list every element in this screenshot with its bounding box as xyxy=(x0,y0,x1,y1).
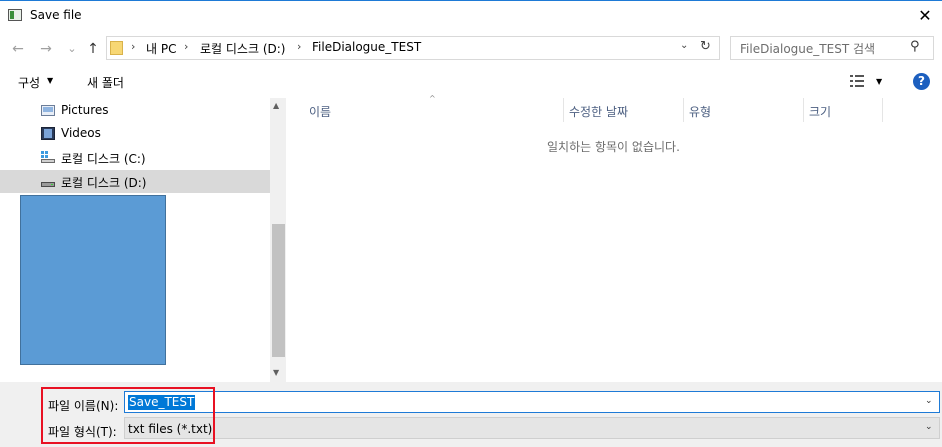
column-divider[interactable] xyxy=(882,98,883,122)
forward-arrow-icon[interactable]: → xyxy=(36,39,56,59)
column-divider[interactable] xyxy=(803,98,804,122)
nav-item-drive-d[interactable]: 로컬 디스크 (D:) xyxy=(0,170,270,193)
window-title: Save file xyxy=(30,8,82,22)
nav-item-pictures[interactable]: Pictures xyxy=(0,99,270,122)
column-header-date-modified[interactable]: 수정한 날짜 xyxy=(569,103,628,120)
drive-icon xyxy=(41,182,55,187)
address-dropdown-icon[interactable]: ⌄ xyxy=(680,40,688,51)
search-icon[interactable]: ⚲ xyxy=(910,39,920,54)
chevron-down-icon[interactable]: ⌄ xyxy=(925,422,933,432)
scrollbar-thumb[interactable] xyxy=(272,224,285,357)
organize-button[interactable]: 구성 xyxy=(18,74,40,91)
column-header-name[interactable]: 이름 xyxy=(309,103,331,120)
refresh-icon[interactable]: ↻ xyxy=(700,39,711,54)
empty-folder-message: 일치하는 항목이 없습니다. xyxy=(547,140,680,154)
nav-item-label: 로컬 디스크 (C:) xyxy=(61,152,146,166)
up-arrow-icon[interactable]: ↑ xyxy=(83,39,103,59)
title-bar xyxy=(0,0,942,32)
scroll-up-icon[interactable]: ▲ xyxy=(273,101,279,110)
recent-locations-icon[interactable]: ⌄ xyxy=(62,39,82,59)
column-divider[interactable] xyxy=(683,98,684,122)
blue-rectangle-overlay xyxy=(20,195,166,365)
breadcrumb-this-pc[interactable]: 내 PC xyxy=(146,40,176,57)
app-icon xyxy=(8,9,22,21)
help-icon[interactable]: ? xyxy=(913,73,930,90)
windows-drive-icon xyxy=(41,151,55,163)
breadcrumb-current-folder[interactable]: FileDialogue_TEST xyxy=(312,40,421,54)
videos-icon xyxy=(41,127,55,140)
nav-item-label: 로컬 디스크 (D:) xyxy=(61,176,147,190)
search-placeholder[interactable]: FileDialogue_TEST 검색 xyxy=(740,40,875,57)
column-divider[interactable] xyxy=(563,98,564,122)
nav-item-drive-c[interactable]: 로컬 디스크 (C:) xyxy=(0,146,270,169)
breadcrumb-separator[interactable]: › xyxy=(184,40,188,53)
breadcrumb-separator[interactable]: › xyxy=(297,40,301,53)
scroll-down-icon[interactable]: ▼ xyxy=(273,368,279,377)
breadcrumb-separator[interactable]: › xyxy=(131,40,135,53)
red-highlight-annotation xyxy=(41,387,215,444)
folder-icon xyxy=(110,41,123,55)
pictures-icon xyxy=(41,105,55,116)
view-options-icon[interactable] xyxy=(850,75,864,87)
column-header-type[interactable]: 유형 xyxy=(689,103,711,120)
column-header-size[interactable]: 크기 xyxy=(809,103,831,120)
back-arrow-icon[interactable]: ← xyxy=(8,39,28,59)
chevron-down-icon[interactable]: ⌄ xyxy=(925,396,933,406)
chevron-down-icon[interactable]: ▼ xyxy=(876,77,882,86)
filetype-select[interactable] xyxy=(124,417,940,439)
close-button[interactable]: ✕ xyxy=(912,4,938,28)
breadcrumb-drive-d[interactable]: 로컬 디스크 (D:) xyxy=(200,40,285,57)
sort-ascending-icon: ^ xyxy=(429,94,436,103)
chevron-down-icon[interactable]: ▼ xyxy=(47,76,53,85)
nav-item-videos[interactable]: Videos xyxy=(0,122,270,145)
nav-item-label: Pictures xyxy=(61,103,109,117)
new-folder-button[interactable]: 새 폴더 xyxy=(87,74,124,91)
filename-input[interactable] xyxy=(124,391,940,413)
nav-item-label: Videos xyxy=(61,126,101,140)
